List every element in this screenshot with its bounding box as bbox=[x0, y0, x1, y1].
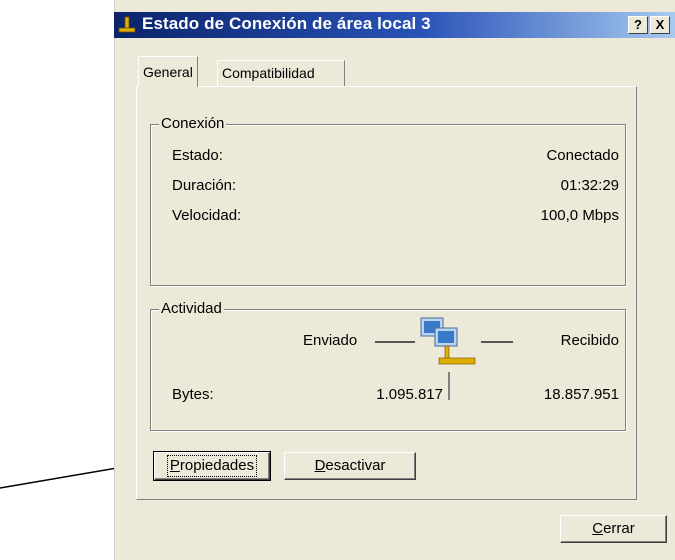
connection-status-dialog: Estado de Conexión de área local 3 ? X G… bbox=[114, 0, 675, 560]
bytes-received-value: 18.857.951 bbox=[543, 386, 619, 403]
velocidad-value: 100,0 Mbps bbox=[540, 207, 619, 224]
propiedades-mnemonic: P bbox=[169, 457, 180, 474]
page: Estado de Conexión de área local 3 ? X G… bbox=[0, 0, 675, 560]
group-conexion: Conexión Estado: Conectado Duración: 01:… bbox=[150, 115, 626, 286]
group-actividad: Actividad Enviado Recibido Bytes: 1.095.… bbox=[150, 300, 626, 431]
estado-value: Conectado bbox=[546, 147, 619, 164]
cerrar-label-rest: errar bbox=[603, 520, 635, 537]
desactivar-mnemonic: D bbox=[314, 457, 326, 474]
propiedades-button-label: Propiedades bbox=[166, 455, 258, 477]
estado-label: Estado: bbox=[172, 147, 223, 164]
close-window-button[interactable]: X bbox=[650, 16, 670, 34]
propiedades-button[interactable]: Propiedades bbox=[153, 451, 271, 481]
cerrar-button[interactable]: Cerrar bbox=[560, 515, 667, 543]
bytes-label: Bytes: bbox=[172, 386, 214, 403]
duracion-label: Duración: bbox=[172, 177, 237, 194]
enviado-label: Enviado bbox=[303, 332, 358, 349]
desactivar-label-rest: esactivar bbox=[325, 457, 386, 474]
duracion-value: 01:32:29 bbox=[560, 177, 619, 194]
bytes-sent-value: 1.095.817 bbox=[376, 386, 443, 403]
velocidad-label: Velocidad: bbox=[172, 207, 242, 224]
group-actividad-label: Actividad bbox=[159, 300, 224, 317]
window-title: Estado de Conexión de área local 3 bbox=[142, 14, 431, 33]
propiedades-label-rest: ropiedades bbox=[179, 457, 255, 474]
recibido-label: Recibido bbox=[560, 332, 619, 349]
network-connection-icon bbox=[118, 16, 136, 33]
group-conexion-label: Conexión bbox=[159, 115, 227, 132]
cerrar-mnemonic: C bbox=[592, 520, 604, 537]
help-button[interactable]: ? bbox=[628, 16, 648, 34]
tab-general[interactable]: General bbox=[138, 56, 198, 87]
desactivar-button[interactable]: Desactivar bbox=[284, 452, 416, 480]
tab-compatibilidad[interactable]: Compatibilidad bbox=[217, 60, 345, 86]
title-bar[interactable]: Estado de Conexión de área local 3 ? X bbox=[114, 12, 675, 38]
